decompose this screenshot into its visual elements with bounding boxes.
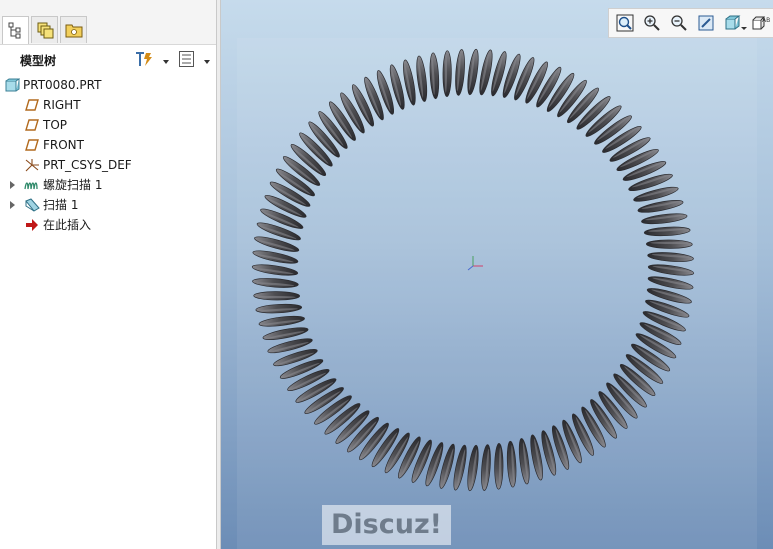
named-views-icon: AB: [752, 16, 770, 30]
tree-item-right[interactable]: RIGHT: [24, 95, 214, 115]
tree-item-label: 在此插入: [43, 218, 92, 232]
datum-plane-icon: [25, 99, 39, 111]
tree-item-label: TOP: [43, 118, 68, 132]
tree-item-insert-here[interactable]: 在此插入: [24, 215, 214, 235]
coil-turn: [455, 49, 465, 96]
insert-here-arrow-icon: [26, 219, 38, 231]
tree-item-sweep[interactable]: 扫描 1: [10, 195, 214, 215]
tree-item-label: PRT0080.PRT: [23, 78, 102, 92]
watermark-text: Discuz!: [331, 509, 442, 540]
tree-item-label: FRONT: [43, 138, 84, 152]
coil-turn: [647, 264, 695, 276]
tree-settings-icon: [136, 52, 152, 66]
tree-item-label: PRT_CSYS_DEF: [43, 158, 132, 172]
layers-tab[interactable]: [31, 16, 58, 43]
coordinate-system-icon: [25, 159, 39, 172]
coil-turn: [647, 252, 694, 262]
svg-text:AB: AB: [762, 17, 770, 24]
coil-turn: [251, 264, 299, 276]
zoom-in-button[interactable]: [641, 12, 663, 34]
coil-turn: [467, 444, 479, 492]
left-panel: 模型树 PRT0080.PRT RIGHT TOP FRONT PRT_CSYS…: [0, 0, 216, 549]
tree-item-front[interactable]: FRONT: [24, 135, 214, 155]
helical-sweep-icon: [24, 182, 38, 190]
tree-item-label: 螺旋扫描 1: [43, 178, 103, 192]
coil-turn: [253, 291, 301, 301]
coil-turn: [467, 48, 479, 96]
spring-coils: [251, 48, 695, 492]
tree-item-csys[interactable]: PRT_CSYS_DEF: [24, 155, 214, 175]
repaint-button[interactable]: [695, 12, 717, 34]
coil-turn: [494, 442, 504, 490]
zoom-in-icon: [644, 15, 660, 31]
tree-item-top[interactable]: TOP: [24, 115, 214, 135]
coil-turn: [252, 278, 299, 288]
navigator-tabs: [0, 0, 216, 45]
part-icon: [5, 78, 20, 92]
expand-arrow-icon[interactable]: [10, 181, 15, 189]
datum-plane-icon: [25, 119, 39, 131]
tree-item-helical-sweep[interactable]: 螺旋扫描 1: [10, 175, 214, 195]
folder-icon: [65, 24, 83, 38]
tree-structure-icon: [8, 22, 21, 39]
display-style-button[interactable]: [722, 12, 747, 34]
repaint-icon: [698, 15, 714, 31]
chevron-down-icon: [204, 60, 210, 64]
model-tree-header: 模型树: [0, 45, 216, 73]
tree-item-label: 扫描 1: [43, 198, 79, 212]
chevron-down-icon: [741, 27, 747, 30]
expand-arrow-icon[interactable]: [10, 201, 15, 209]
coil-spring-ring[interactable]: [221, 0, 773, 549]
view-toolbar: AB: [608, 8, 773, 38]
coil-turn: [442, 50, 452, 98]
shaded-cube-icon: [725, 15, 741, 30]
tree-item-label: RIGHT: [43, 98, 81, 112]
tree-item-part[interactable]: PRT0080.PRT: [4, 75, 214, 95]
tree-columns-icon: [179, 51, 194, 67]
coordinate-triad: [467, 256, 483, 271]
tree-columns-button[interactable]: [178, 49, 210, 69]
refit-button[interactable]: [614, 12, 636, 34]
zoom-out-button[interactable]: [668, 12, 690, 34]
model-tree-title: 模型树: [20, 54, 57, 68]
model-tree-tab[interactable]: [2, 16, 29, 44]
watermark: Discuz!: [322, 505, 451, 545]
datum-plane-icon: [25, 139, 39, 151]
coil-turn: [481, 444, 491, 491]
sweep-icon: [25, 198, 40, 212]
saved-orientations-button[interactable]: AB: [749, 12, 771, 34]
tree-settings-button[interactable]: [133, 49, 169, 69]
zoom-fit-icon: [616, 14, 634, 32]
coil-turn: [645, 239, 693, 249]
graphics-viewport[interactable]: AB Discuz!: [221, 0, 773, 549]
chevron-down-icon: [163, 60, 169, 64]
zoom-out-icon: [671, 15, 687, 31]
layers-icon: [37, 22, 54, 39]
folder-tab[interactable]: [60, 16, 87, 43]
